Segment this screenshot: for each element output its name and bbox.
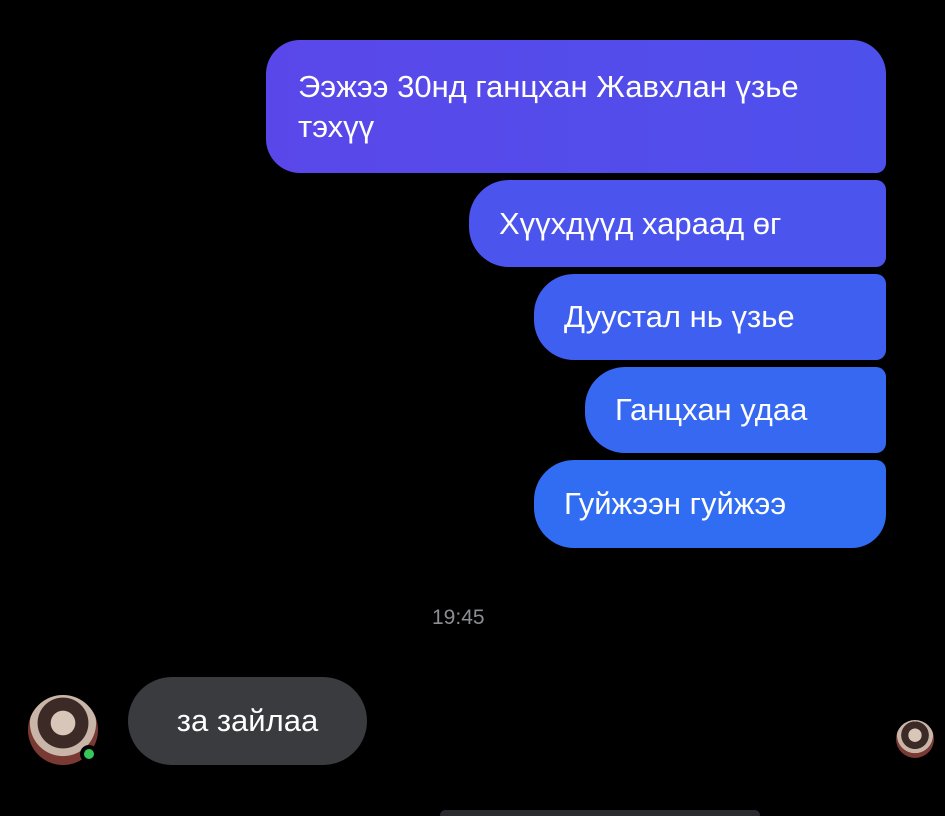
online-dot-icon — [80, 745, 98, 763]
outgoing-message[interactable]: Гуйжээн гуйжээ — [534, 460, 886, 548]
incoming-message[interactable]: за зайлаа — [128, 677, 367, 765]
message-text: Ганцхан удаа — [615, 392, 808, 427]
outgoing-message[interactable]: Ганцхан удаа — [585, 367, 886, 453]
outgoing-message[interactable]: Хүүхдүүд хараад өг — [469, 180, 886, 267]
chat-thread: Ээжээ 30нд ганцхан Жавхлан үзье тэхүү Хү… — [0, 0, 945, 816]
message-text: за зайлаа — [176, 703, 319, 738]
outgoing-message[interactable]: Ээжээ 30нд ганцхан Жавхлан үзье тэхүү — [266, 40, 886, 173]
message-text: Дуустал нь үзье — [564, 299, 795, 334]
message-text: Ээжээ 30нд ганцхан Жавхлан үзье тэхүү — [298, 69, 799, 144]
composer-edge — [440, 810, 760, 816]
seen-avatar — [896, 720, 934, 758]
message-text: Гуйжээн гуйжээ — [564, 486, 787, 521]
message-timestamp: 19:45 — [432, 606, 485, 629]
contact-avatar[interactable] — [28, 695, 98, 765]
message-text: Хүүхдүүд хараад өг — [499, 205, 782, 241]
outgoing-message[interactable]: Дуустал нь үзье — [534, 274, 886, 360]
